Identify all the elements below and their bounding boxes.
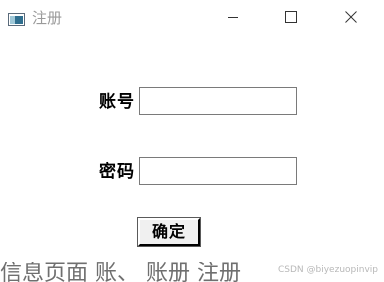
minimize-icon [227, 8, 239, 27]
close-button[interactable] [328, 0, 374, 34]
maximize-button[interactable] [268, 0, 314, 34]
register-window: 注册 账号 密码 确定 信息页面 账、 账册 注册 CSDN @biyezuop… [0, 0, 384, 282]
confirm-button[interactable]: 确定 [137, 217, 201, 247]
close-icon [345, 8, 357, 27]
account-label: 账号 [99, 92, 135, 112]
maximize-icon [285, 8, 297, 27]
window-title: 注册 [32, 9, 63, 27]
title-bar[interactable]: 注册 [0, 0, 384, 36]
password-input[interactable] [139, 157, 297, 185]
password-label: 密码 [99, 162, 135, 182]
minimize-button[interactable] [210, 0, 256, 34]
watermark: CSDN @biyezuopinvip [278, 265, 378, 275]
window-icon [8, 11, 25, 26]
account-input[interactable] [139, 87, 297, 115]
